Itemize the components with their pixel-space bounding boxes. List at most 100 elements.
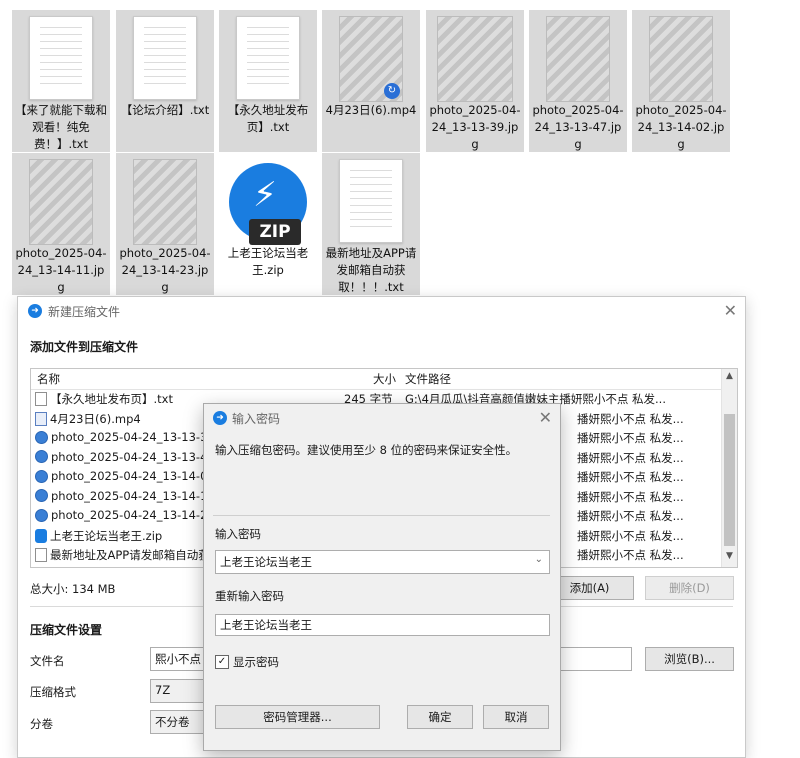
delete-button[interactable]: 删除(D): [645, 576, 734, 600]
show-password-label: 显示密码: [233, 655, 279, 669]
photo-thumbnail: [546, 16, 610, 102]
file-thumbnail: [529, 16, 627, 102]
zip-file-icon: [35, 528, 47, 543]
close-icon[interactable]: ✕: [724, 301, 737, 320]
reenter-password-input[interactable]: 上老王论坛当老王: [215, 614, 550, 636]
row-path: 播妍熙小不点 私发...: [577, 528, 684, 543]
zip-badge: ZIP: [249, 219, 301, 245]
file-tile[interactable]: ⚡ ZIP 上老王论坛当老王.zip: [219, 153, 317, 295]
file-tile[interactable]: photo_2025-04-24_13-13-39.jpg: [426, 10, 524, 152]
row-name: photo_2025-04-24_13-14-02.: [35, 469, 218, 483]
row-path: 播妍熙小不点 私发...: [577, 509, 684, 523]
file-label: photo_2025-04-24_13-14-02.jpg: [635, 103, 727, 151]
column-size[interactable]: 大小: [373, 371, 396, 387]
text-file-icon: [35, 392, 47, 406]
text-file-icon: [35, 548, 47, 562]
image-file-icon: [35, 430, 48, 444]
row-name: 上老王论坛当老王.zip: [35, 528, 162, 544]
row-path: 播妍熙小不点 私发...: [577, 548, 684, 562]
photo-thumbnail: [649, 16, 713, 102]
row-name: photo_2025-04-24_13-14-11.: [35, 489, 218, 503]
image-file-icon: [35, 508, 48, 522]
row-filename: photo_2025-04-24_13-14-11.: [51, 488, 219, 503]
image-file-icon: [35, 489, 48, 502]
file-label: photo_2025-04-24_13-13-39.jpg: [429, 103, 521, 151]
password-manager-button[interactable]: 密码管理器...: [215, 705, 380, 729]
password-hint: 输入压缩包密码。建议使用至少 8 位的密码来保证安全性。: [215, 443, 518, 457]
column-name[interactable]: 名称: [37, 371, 60, 387]
file-tile[interactable]: photo_2025-04-24_13-14-11.jpg: [12, 153, 110, 295]
show-password-checkbox[interactable]: ✓ 显示密码: [215, 654, 279, 670]
row-filename: photo_2025-04-24_13-13-47.: [51, 449, 219, 464]
video-file-icon: [35, 411, 47, 426]
row-filename: photo_2025-04-24_13-14-23.: [51, 508, 219, 522]
file-tile[interactable]: photo_2025-04-24_13-14-02.jpg: [632, 10, 730, 152]
format-label: 压缩格式: [30, 685, 76, 699]
file-tile[interactable]: 【论坛介绍】.txt: [116, 10, 214, 152]
text-file-icon: [339, 159, 403, 243]
bandizip-icon: ➜: [213, 411, 227, 425]
video-thumbnail: ↻: [339, 16, 403, 102]
file-thumbnail: [322, 159, 420, 243]
row-path: 播妍熙小不点 私发...: [577, 450, 684, 465]
password-input[interactable]: 上老王论坛当老王 ⌄: [215, 550, 550, 574]
close-icon[interactable]: ✕: [539, 408, 552, 427]
dialog-title: 新建压缩文件: [48, 305, 121, 319]
dialog-titlebar: ➜ 新建压缩文件 ✕: [18, 297, 745, 325]
file-label: 4月23日(6).mp4: [325, 103, 417, 117]
row-filename: photo_2025-04-24_13-13-39.: [51, 430, 219, 444]
ok-button[interactable]: 确定: [407, 705, 473, 729]
file-tile[interactable]: 【来了就能下载和观看！纯免费！】.txt: [12, 10, 110, 152]
row-filename: 4月23日(6).mp4: [50, 411, 141, 426]
row-name: photo_2025-04-24_13-14-23.: [35, 508, 218, 522]
file-tile[interactable]: 最新地址及APP请发邮箱自动获取！！！.txt: [322, 153, 420, 295]
text-file-icon: [29, 16, 93, 100]
zip-archive-icon: ⚡ ZIP: [229, 163, 307, 245]
chevron-down-icon[interactable]: ⌄: [535, 554, 543, 565]
file-list-header: 名称 大小 文件路径: [31, 369, 737, 390]
row-name: photo_2025-04-24_13-13-47.: [35, 450, 218, 464]
photo-thumbnail: [437, 16, 513, 102]
divider: [213, 515, 550, 516]
file-tile[interactable]: ↻ 4月23日(6).mp4: [322, 10, 420, 152]
row-path: 播妍熙小不点 私发...: [577, 411, 684, 426]
row-path: 播妍熙小不点 私发...: [577, 489, 684, 504]
text-file-icon: [236, 16, 300, 100]
file-thumbnail: [116, 16, 214, 100]
text-file-icon: [133, 16, 197, 100]
video-badge-icon: ↻: [384, 83, 400, 99]
file-tile[interactable]: 【永久地址发布页】.txt: [219, 10, 317, 152]
scrollbar-thumb[interactable]: [724, 414, 735, 546]
checkbox-checked-icon[interactable]: ✓: [215, 655, 229, 669]
enter-password-label: 输入密码: [215, 527, 261, 541]
scroll-up-icon[interactable]: ▲: [722, 371, 737, 385]
row-name: 4月23日(6).mp4: [35, 411, 141, 427]
file-list-scrollbar[interactable]: ▲ ▼: [721, 369, 737, 567]
file-label: 【来了就能下载和观看！纯免费！】.txt: [15, 103, 107, 151]
split-label: 分卷: [30, 717, 53, 731]
file-icon-grid: 【来了就能下载和观看！纯免费！】.txt 【论坛介绍】.txt 【永久地址发布页】.…: [0, 0, 800, 300]
password-value: 上老王论坛当老王: [220, 555, 312, 569]
file-thumbnail: [632, 16, 730, 102]
total-size: 总大小: 134 MB: [30, 582, 116, 596]
file-thumbnail: ↻: [322, 16, 420, 102]
file-label: photo_2025-04-24_13-14-23.jpg: [119, 246, 211, 294]
row-filename: 【永久地址发布页】.txt: [50, 392, 173, 406]
password-dialog-title: 输入密码: [232, 412, 281, 426]
row-filename: 上老王论坛当老王.zip: [50, 528, 163, 543]
file-label: photo_2025-04-24_13-13-47.jpg: [532, 103, 624, 151]
settings-heading: 压缩文件设置: [30, 623, 103, 637]
column-path[interactable]: 文件路径: [405, 371, 451, 387]
row-name: 【永久地址发布页】.txt: [35, 391, 173, 407]
file-label: photo_2025-04-24_13-14-11.jpg: [15, 246, 107, 294]
scroll-down-icon[interactable]: ▼: [722, 551, 737, 565]
file-thumbnail: [426, 16, 524, 102]
file-tile[interactable]: photo_2025-04-24_13-13-47.jpg: [529, 10, 627, 152]
row-path: 播妍熙小不点 私发...: [577, 431, 684, 445]
cancel-button[interactable]: 取消: [483, 705, 549, 729]
row-name: photo_2025-04-24_13-13-39.: [35, 430, 218, 444]
file-tile[interactable]: photo_2025-04-24_13-14-23.jpg: [116, 153, 214, 295]
add-files-heading: 添加文件到压缩文件: [30, 340, 139, 354]
photo-thumbnail: [29, 159, 93, 245]
browse-button[interactable]: 浏览(B)...: [645, 647, 734, 671]
